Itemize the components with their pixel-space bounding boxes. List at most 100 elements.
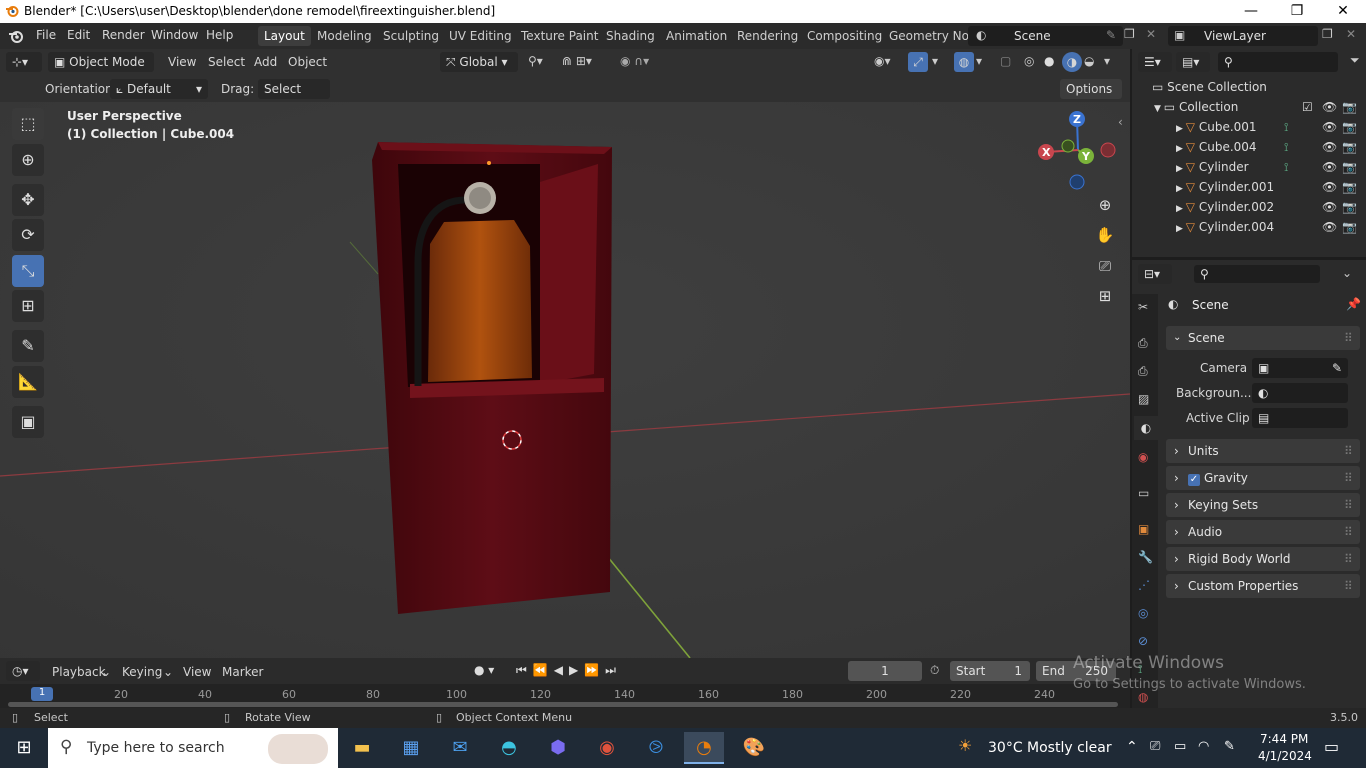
battery-icon[interactable]: ▭ [1174,739,1186,754]
orientation-dropdown[interactable]: ⟀ Default ▾ [110,79,208,99]
3d-viewport[interactable]: User Perspective (1) Collection | Cube.0… [0,102,1130,658]
rendered-shading-icon[interactable]: ◒ [1084,54,1094,68]
annotate-tool-icon[interactable]: ✎ [12,330,44,362]
eye-icon[interactable]: 👁 [1322,117,1337,137]
outliner-item[interactable]: ▶ ▽ Cylinder ⟟ 👁 📷 [1132,157,1366,177]
material-tab-icon[interactable]: ◍ [1138,690,1148,704]
new-viewlayer-icon[interactable]: ❐ [1322,27,1333,41]
notifications-icon[interactable]: ▭ [1324,737,1339,756]
camera-icon[interactable]: 📷 [1342,137,1357,157]
teams-icon[interactable]: ⬢ [538,732,578,764]
keying-sets-panel-header[interactable]: › Keying Sets ⠿ [1166,493,1360,517]
gravity-panel-header[interactable]: › ✓ Gravity ⠿ [1166,466,1360,490]
custom-properties-panel-header[interactable]: › Custom Properties ⠿ [1166,574,1360,598]
properties-search-input[interactable]: ⚲ [1194,265,1320,283]
particles-tab-icon[interactable]: ⋰ [1138,578,1150,592]
mail-icon[interactable]: ✉ [440,732,480,764]
eye-icon[interactable]: 👁 [1322,197,1337,217]
options-dropdown[interactable]: Options ▾ [1060,79,1122,116]
windows-start-icon[interactable]: ⊞ [4,732,44,764]
clock-time[interactable]: 7:44 PM [1260,732,1308,746]
pin-icon[interactable]: ✎ [1106,28,1116,42]
timeline-menu-marker[interactable]: Marker [222,665,263,679]
expand-icon[interactable]: ▶ [1176,224,1186,234]
sidebar-toggle-icon[interactable]: ‹ [1118,115,1123,129]
collection-tab-icon[interactable]: ▭ [1138,486,1149,500]
scene-selector[interactable]: ◐ Scene ✎ [968,26,1123,46]
world-tab-icon[interactable]: ◉ [1138,450,1148,464]
chevron-down-icon[interactable]: ⌄ [1342,266,1352,280]
file-explorer-icon[interactable]: ▬ [342,732,382,764]
overlays-dropdown-icon[interactable]: ▾ [976,54,982,68]
timeline-menu-keying[interactable]: Keying [122,665,162,679]
outliner-item[interactable]: ▶ ▽ Cylinder.001 👁 📷 [1132,177,1366,197]
tab-shading[interactable]: Shading [600,26,661,46]
material-preview-icon[interactable]: ◑ [1062,52,1082,72]
mesh-data-icon[interactable]: ⟟ [1284,157,1288,177]
drag-handle-icon[interactable]: ⠿ [1344,439,1353,463]
gizmo-toggle-icon[interactable]: ⤢ [908,52,928,72]
transform-tool-icon[interactable]: ⊞ [12,290,44,322]
delete-viewlayer-icon[interactable]: ✕ [1346,27,1356,41]
tab-geometry-nodes[interactable]: Geometry Noc [883,26,982,46]
active-clip-field[interactable]: ▤ [1252,408,1348,428]
camera-field[interactable]: ▣ ✎ [1252,358,1348,378]
tab-animation[interactable]: Animation [660,26,733,46]
mode-dropdown[interactable]: ▣ Object Mode ▾ [48,52,154,89]
transform-orientation-dropdown[interactable]: ⤧ Global ▾ [440,52,518,72]
current-frame-field[interactable]: 1 [848,661,922,681]
move-tool-icon[interactable]: ✥ [12,184,44,216]
vscode-icon[interactable]: ⧁ [636,732,676,764]
viewport-menu-view[interactable]: View [168,55,196,69]
select-box-tool-icon[interactable]: ⬚ [12,108,44,140]
camera-icon[interactable]: 📷 [1342,157,1357,177]
mesh-data-icon[interactable]: ⟟ [1284,117,1288,137]
microsoft-store-icon[interactable]: ▦ [391,732,431,764]
timeline-scrollbar[interactable] [8,702,1118,707]
pan-hand-icon[interactable]: ✋ [1091,221,1119,249]
measure-tool-icon[interactable]: 📐 [12,366,44,398]
stopwatch-icon[interactable]: ⏱ [930,663,939,678]
constraints-tab-icon[interactable]: ⊘ [1138,634,1148,648]
outliner-item[interactable]: ▶ ▽ Cylinder.002 👁 📷 [1132,197,1366,217]
outliner-search-input[interactable]: ⚲ [1218,52,1338,72]
camera-view-icon[interactable]: ⎚ [1091,252,1119,280]
properties-editor-type[interactable]: ⊟▾ [1138,264,1172,284]
tool-tab-icon[interactable]: ✂ [1138,300,1148,314]
solid-shading-icon[interactable]: ● [1044,54,1054,68]
eye-icon[interactable]: 👁 [1322,97,1337,117]
perspective-grid-icon[interactable]: ⊞ [1091,282,1119,310]
auto-keying-icon[interactable]: ● ▾ [474,663,494,677]
scale-tool-icon[interactable]: ⤡ [12,255,44,287]
tab-modeling[interactable]: Modeling [311,26,378,46]
close-button[interactable]: ✕ [1320,0,1366,23]
scene-tab-icon[interactable]: ◐ [1134,416,1158,440]
audio-panel-header[interactable]: › Audio ⠿ [1166,520,1360,544]
expand-icon[interactable]: ▶ [1176,204,1186,214]
network-device-icon[interactable]: ⎚ [1150,739,1160,754]
wireframe-shading-icon[interactable]: ◎ [1024,54,1034,68]
pen-icon[interactable]: ✎ [1224,739,1235,754]
blender-taskbar-icon[interactable]: ◔ [684,732,724,764]
menu-help[interactable]: Help [206,28,233,42]
object-tab-icon[interactable]: ▣ [1138,522,1149,536]
playback-controls-icon[interactable]: ⏮⏪◀▶⏩⏭ [516,663,622,678]
units-panel-header[interactable]: › Units ⠿ [1166,439,1360,463]
zoom-icon[interactable]: ⊕ [1091,191,1119,219]
expand-icon[interactable]: ▶ [1176,144,1186,154]
viewport-menu-select[interactable]: Select [208,55,245,69]
weather-text[interactable]: 30°C Mostly clear [988,740,1112,756]
view-layer-tab-icon[interactable]: ▨ [1138,392,1149,406]
drag-handle-icon[interactable]: ⠿ [1344,493,1353,517]
viewport-menu-object[interactable]: Object [288,55,327,69]
scene-panel-header[interactable]: ⌄ Scene ⠿ [1166,326,1360,350]
camera-icon[interactable]: 📷 [1342,197,1357,217]
new-scene-icon[interactable]: ❐ [1124,27,1135,41]
snap-icon[interactable]: ⋒ ⊞▾ [562,54,592,68]
timeline-editor-type[interactable]: ◷▾ [6,661,40,681]
cursor-tool-icon[interactable]: ⊕ [12,144,44,176]
output-tab-icon[interactable]: ⎙ [1138,364,1148,379]
drag-handle-icon[interactable]: ⠿ [1344,520,1353,544]
visibility-icon[interactable]: ◉▾ [874,54,891,68]
viewlayer-selector[interactable]: ▣ ViewLayer [1168,26,1318,46]
